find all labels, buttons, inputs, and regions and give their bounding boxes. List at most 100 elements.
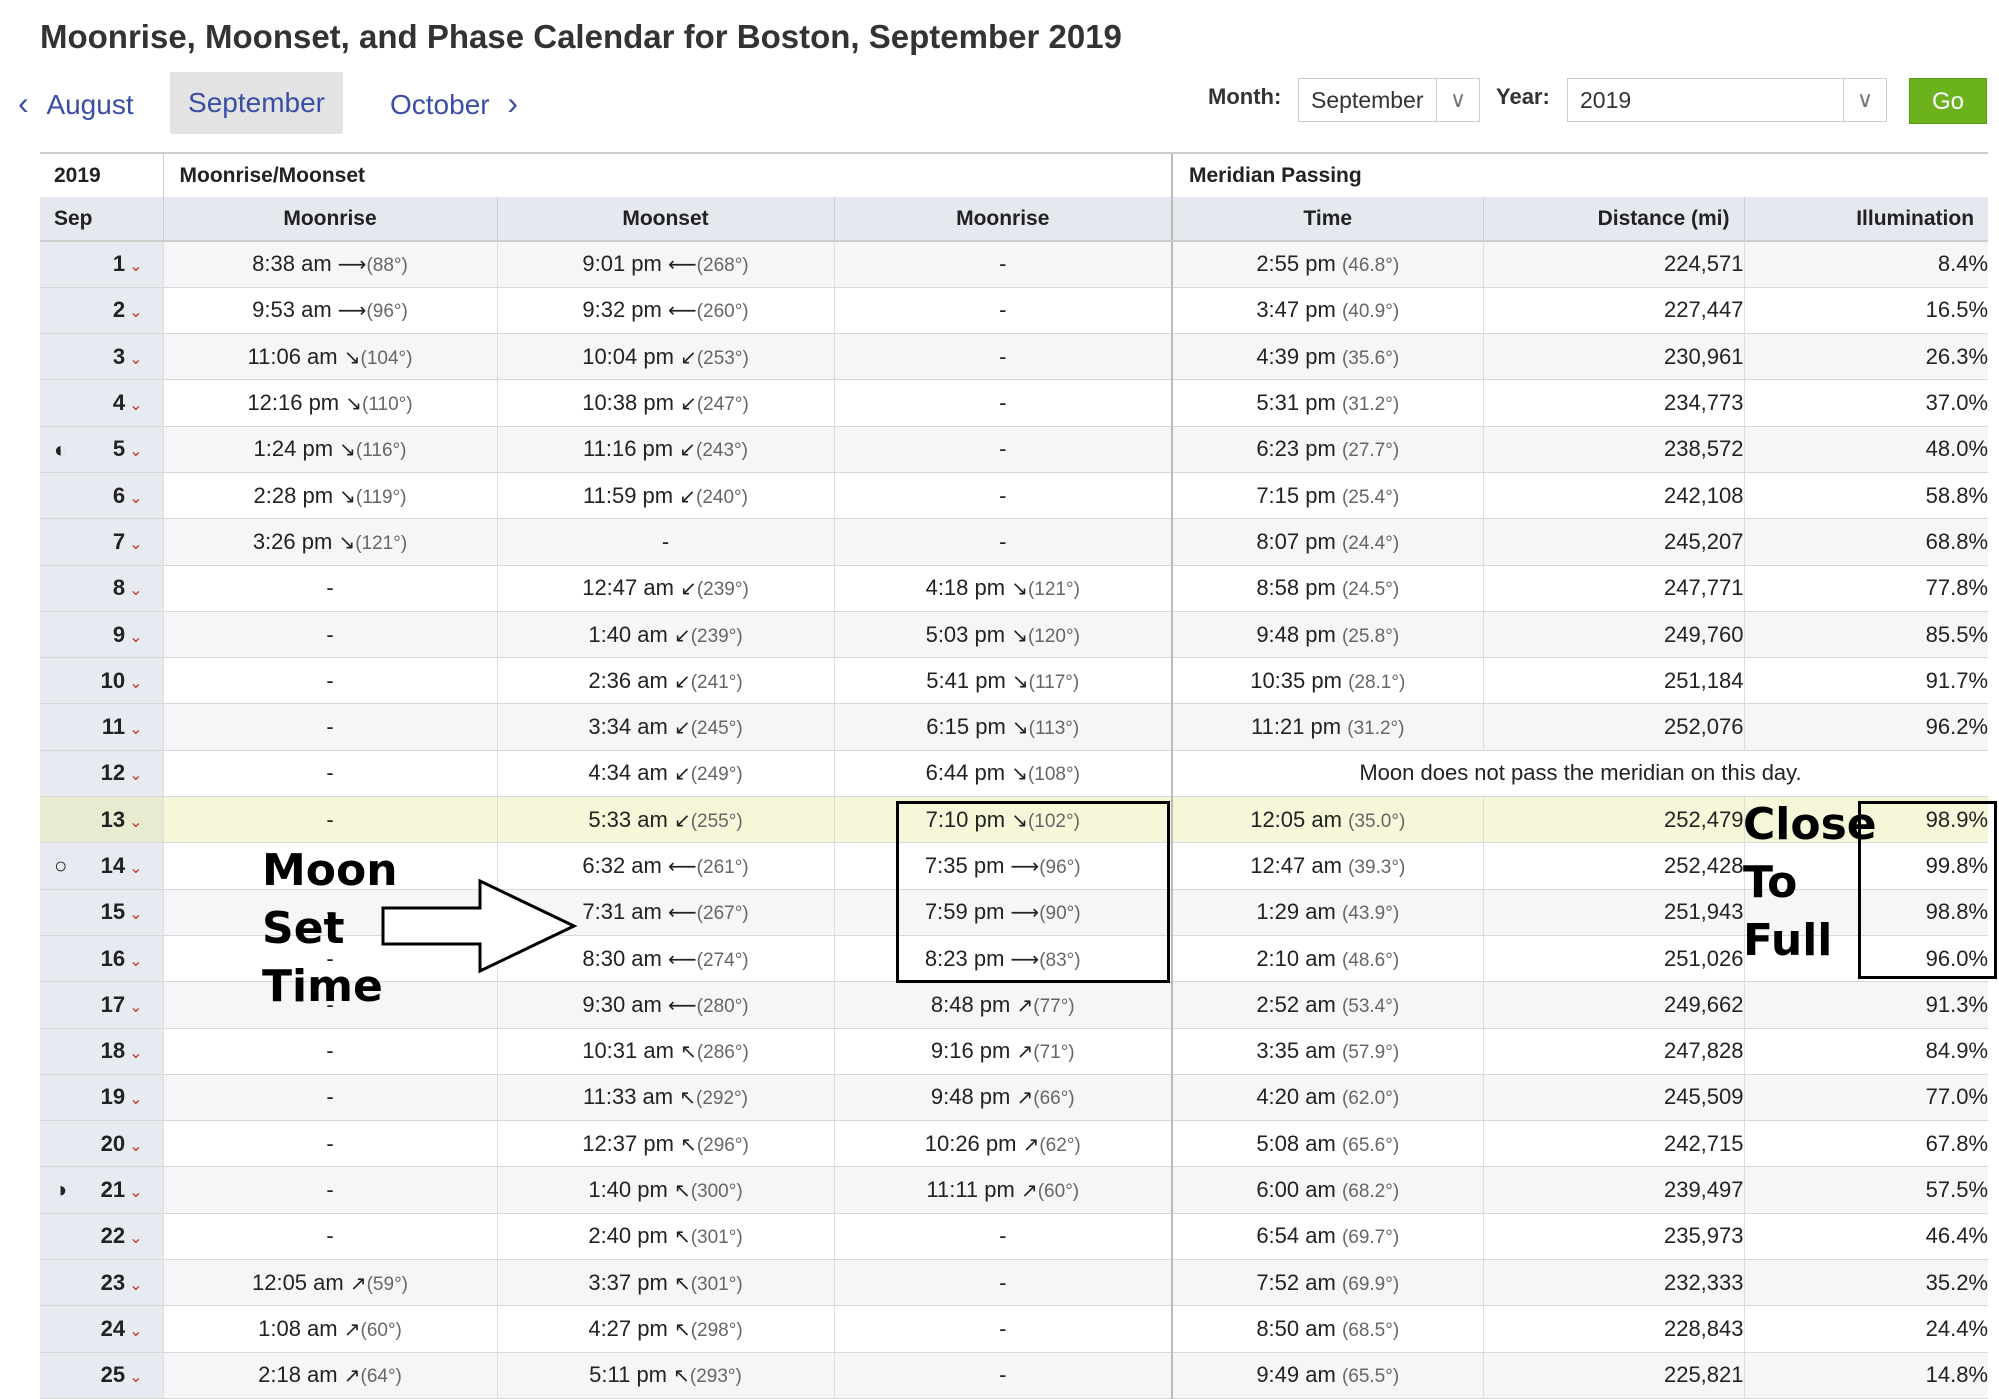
day-cell[interactable]: 12 ⌄: [40, 750, 163, 798]
table-row: 19 ⌄ - 11:33 am ↖(292°) 9:48 pm ↗(66°) 4:20 …: [40, 1074, 1989, 1122]
chevron-down-icon[interactable]: ⌄: [129, 906, 142, 923]
table-row: 25 ⌄ 2:18 am ↗(64°) 5:11 pm ↖(293°) - 9:49 a…: [40, 1352, 1989, 1399]
table-row: 8 ⌄ - 12:47 am ↙(239°) 4:18 pm ↘(121°) 8:58 …: [40, 565, 1989, 612]
distance-cell: 249,760: [1482, 611, 1744, 659]
chevron-down-icon[interactable]: ⌄: [129, 721, 142, 738]
chevron-down-icon[interactable]: ⌄: [129, 397, 142, 414]
chevron-down-icon[interactable]: ⌄: [129, 860, 142, 877]
year-select-value: 2019: [1580, 87, 1632, 113]
day-cell[interactable]: ◑ 21 ⌄: [40, 1166, 163, 1214]
day-cell[interactable]: 13 ⌄: [40, 796, 163, 844]
chevron-down-icon[interactable]: ⌄: [129, 999, 142, 1016]
chevron-down-icon[interactable]: ⌄: [129, 443, 142, 460]
day-cell[interactable]: 17 ⌄: [40, 981, 163, 1029]
day-cell[interactable]: 16 ⌄: [40, 935, 163, 983]
day-cell[interactable]: ○ 14 ⌄: [40, 842, 163, 890]
day-cell[interactable]: 22 ⌄: [40, 1213, 163, 1261]
day-cell[interactable]: 1 ⌄: [40, 241, 163, 288]
meridian-time-cell: 5:08 am (65.6°): [1171, 1120, 1483, 1168]
chevron-down-icon[interactable]: ∨: [1843, 79, 1886, 121]
moonrise-time: -: [326, 714, 334, 740]
moonset-azimuth: (298°): [690, 1319, 743, 1341]
meridian-altitude: (68.2°): [1341, 1181, 1400, 1203]
moonset-cell: 4:27 pm ↖(298°): [496, 1305, 834, 1353]
day-cell[interactable]: 8 ⌄: [40, 565, 163, 612]
meridian-time: 8:58 pm: [1256, 575, 1336, 601]
chevron-down-icon[interactable]: ⌄: [129, 258, 142, 275]
moonrise-cell: -: [162, 1166, 497, 1214]
chevron-down-icon[interactable]: ⌄: [129, 814, 142, 831]
day-number: 3: [112, 343, 126, 369]
chevron-down-icon[interactable]: ⌄: [129, 953, 142, 970]
meridian-time-cell: 8:07 pm (24.4°): [1171, 518, 1483, 566]
moonset-cell: 12:37 pm ↖(296°): [496, 1120, 834, 1168]
direction-arrow-icon: ↘: [339, 439, 356, 462]
day-cell[interactable]: 6 ⌄: [40, 472, 163, 520]
day-cell[interactable]: 15 ⌄: [40, 889, 163, 936]
chevron-down-icon[interactable]: ⌄: [129, 1184, 142, 1201]
month-label: Month:: [1208, 84, 1282, 109]
day-cell[interactable]: ◐ 5 ⌄: [40, 426, 163, 473]
chevron-down-icon[interactable]: ⌄: [129, 1138, 142, 1155]
moonrise-2-cell: -: [833, 1352, 1172, 1399]
chevron-down-icon[interactable]: ⌄: [129, 536, 142, 553]
distance-cell: 252,076: [1482, 703, 1744, 751]
moonrise-time: -: [326, 1038, 334, 1064]
next-month-link[interactable]: October ›: [390, 72, 518, 134]
meridian-time: 11:21 pm: [1251, 714, 1342, 740]
month-select[interactable]: September ∨: [1298, 78, 1480, 122]
moonrise-cell: -: [162, 565, 497, 612]
moonrise-time: -: [326, 760, 334, 786]
year-select[interactable]: 2019 ∨: [1567, 78, 1887, 122]
day-cell[interactable]: 18 ⌄: [40, 1028, 163, 1075]
moonrise-cell: 1:24 pm ↘(116°): [162, 426, 497, 473]
moonset-azimuth: (247°): [696, 394, 749, 416]
direction-arrow-icon: ⟵: [668, 254, 697, 277]
day-cell[interactable]: 10 ⌄: [40, 657, 163, 705]
chevron-down-icon[interactable]: ⌄: [129, 629, 142, 646]
day-cell[interactable]: 19 ⌄: [40, 1074, 163, 1122]
chevron-down-icon[interactable]: ⌄: [129, 675, 142, 692]
meridian-time: 4:20 am: [1256, 1084, 1336, 1110]
chevron-down-icon[interactable]: ⌄: [129, 1091, 142, 1108]
day-number: 12: [100, 760, 126, 786]
day-cell[interactable]: 7 ⌄: [40, 518, 163, 566]
chevron-down-icon[interactable]: ⌄: [129, 490, 142, 507]
day-cell[interactable]: 2 ⌄: [40, 287, 163, 335]
moonrise-cell: 2:18 am ↗(64°): [162, 1352, 497, 1399]
chevron-down-icon[interactable]: ⌄: [129, 1045, 142, 1062]
chevron-down-icon[interactable]: ⌄: [129, 582, 142, 599]
chevron-down-icon[interactable]: ⌄: [129, 351, 142, 368]
chevron-down-icon[interactable]: ⌄: [129, 1323, 142, 1340]
meridian-altitude: (24.4°): [1341, 532, 1400, 554]
chevron-down-icon[interactable]: ⌄: [129, 767, 142, 784]
moonrise-2-cell: -: [833, 426, 1172, 473]
direction-arrow-icon: ↗: [1016, 1041, 1034, 1064]
day-cell[interactable]: 24 ⌄: [40, 1305, 163, 1353]
chevron-down-icon[interactable]: ⌄: [129, 1369, 142, 1386]
direction-arrow-icon: ↗: [1016, 994, 1034, 1017]
day-cell[interactable]: 11 ⌄: [40, 703, 163, 751]
moonset-cell: 1:40 pm ↖(300°): [496, 1166, 834, 1214]
prev-month-link[interactable]: ‹ August: [18, 72, 134, 134]
moonrise-2-cell: 10:26 pm ↗(62°): [833, 1120, 1172, 1168]
meridian-time-cell: 2:10 am (48.6°): [1171, 935, 1483, 983]
day-cell[interactable]: 23 ⌄: [40, 1259, 163, 1307]
chevron-down-icon[interactable]: ∨: [1436, 79, 1479, 121]
moonrise-2-time: 5:41 pm: [926, 667, 1006, 693]
chevron-down-icon[interactable]: ⌄: [129, 1277, 142, 1294]
meridian-time: 6:23 pm: [1256, 436, 1336, 462]
chevron-down-icon[interactable]: ⌄: [129, 1230, 142, 1247]
annotation-line: To: [1743, 857, 1798, 909]
day-cell[interactable]: 25 ⌄: [40, 1352, 163, 1399]
day-cell[interactable]: 9 ⌄: [40, 611, 163, 659]
day-cell[interactable]: 20 ⌄: [40, 1120, 163, 1168]
day-cell[interactable]: 3 ⌄: [40, 333, 163, 381]
moonrise-time: -: [326, 1223, 334, 1249]
go-button[interactable]: Go: [1909, 78, 1987, 124]
moonset-azimuth: (301°): [690, 1273, 743, 1295]
current-month-tab[interactable]: September: [170, 72, 343, 134]
chevron-down-icon[interactable]: ⌄: [129, 304, 142, 321]
day-cell[interactable]: 4 ⌄: [40, 379, 163, 427]
moonset-azimuth: (255°): [690, 810, 743, 832]
